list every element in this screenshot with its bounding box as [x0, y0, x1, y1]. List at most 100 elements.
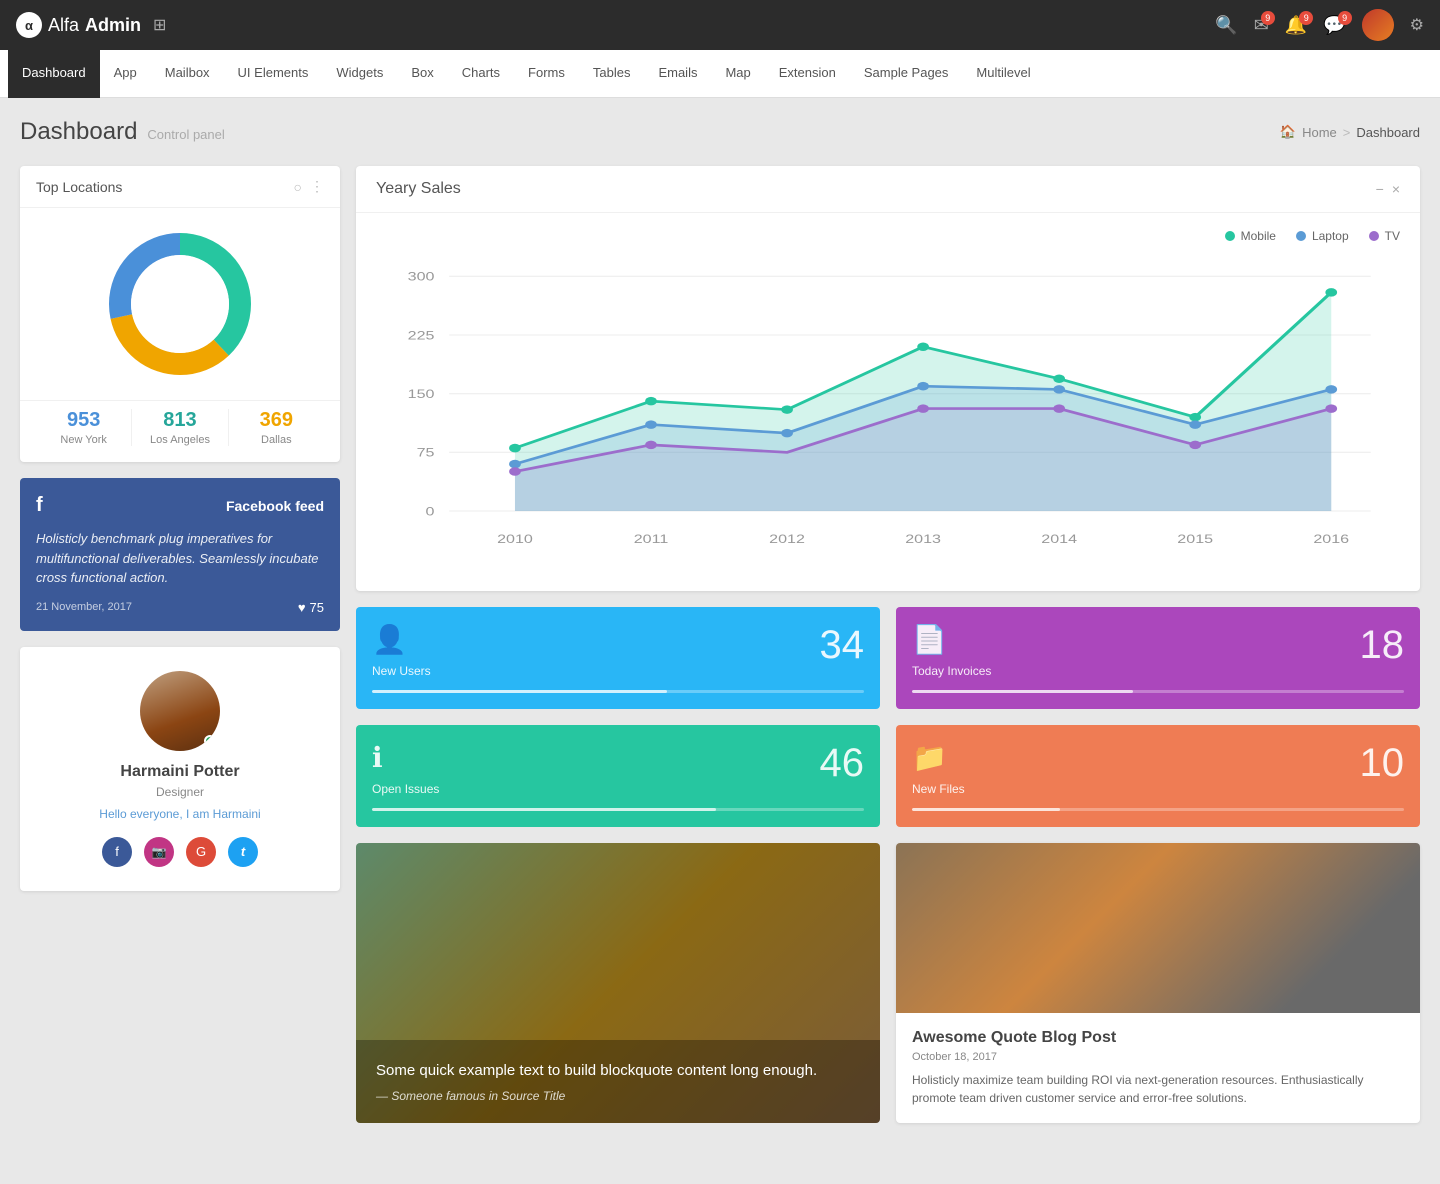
menu-item-widgets[interactable]: Widgets: [322, 50, 397, 98]
refresh-icon[interactable]: ○: [294, 179, 302, 195]
laptop-dot-4: [917, 382, 929, 391]
avatar-image: [1362, 9, 1394, 41]
main-layout: Top Locations ○ ⋮: [20, 166, 1420, 1123]
instagram-social-btn[interactable]: 📷: [144, 837, 174, 867]
quote-overlay: Some quick example text to build blockqu…: [356, 1040, 880, 1123]
menu-item-mailbox[interactable]: Mailbox: [151, 50, 224, 98]
more-icon[interactable]: ⋮: [310, 178, 324, 195]
menu-item-tables[interactable]: Tables: [579, 50, 645, 98]
page-title: Dashboard: [20, 118, 137, 146]
fb-header: f Facebook feed: [36, 494, 324, 517]
menu-item-ui-elements[interactable]: UI Elements: [224, 50, 323, 98]
brand-alfa-text: Alfa: [48, 15, 79, 36]
menu-bar: Dashboard App Mailbox UI Elements Widget…: [0, 50, 1440, 98]
search-icon-btn[interactable]: 🔍: [1215, 15, 1237, 36]
menu-item-app[interactable]: App: [100, 50, 151, 98]
tv-dot-6: [1325, 404, 1337, 413]
svg-text:300: 300: [408, 270, 435, 283]
tv-dot-1: [509, 467, 521, 476]
menu-item-multilevel[interactable]: Multilevel: [962, 50, 1044, 98]
facebook-social-btn[interactable]: f: [102, 837, 132, 867]
legend-mobile: Mobile: [1225, 229, 1276, 243]
google-social-btn[interactable]: G: [186, 837, 216, 867]
laptop-dot-6: [1189, 420, 1201, 429]
minimize-chart-btn[interactable]: −: [1376, 181, 1384, 197]
menu-item-map[interactable]: Map: [711, 50, 764, 98]
quote-card: Some quick example text to build blockqu…: [356, 843, 880, 1123]
open-issues-progress-bar: [372, 808, 864, 811]
laptop-dot-1: [509, 460, 521, 469]
blog-image: [896, 843, 1420, 1013]
legend-mobile-dot: [1225, 231, 1235, 241]
tv-dot-5: [1189, 441, 1201, 450]
profile-card: Harmaini Potter Designer Hello everyone,…: [20, 647, 340, 891]
svg-text:75: 75: [417, 446, 435, 459]
laptop-dot-7: [1325, 385, 1337, 394]
menu-item-emails[interactable]: Emails: [644, 50, 711, 98]
page-subtitle: Control panel: [147, 127, 224, 142]
quote-author: — Someone famous in Source Title: [376, 1089, 860, 1103]
stat-card-new-files: 📁 New Files 10: [896, 725, 1420, 827]
user-avatar[interactable]: [1362, 9, 1394, 41]
chart-legend: Mobile Laptop TV: [376, 229, 1400, 243]
mail-badge: 9: [1261, 11, 1275, 25]
top-locations-header: Top Locations ○ ⋮: [20, 166, 340, 208]
invoices-label: Today Invoices: [912, 664, 1404, 678]
line-chart-container: 300 225 150 75 0 2010 2011 2012 2013 201…: [376, 255, 1400, 575]
legend-laptop-dot: [1296, 231, 1306, 241]
new-files-label: New Files: [912, 782, 1404, 796]
stat-number-la: 813: [132, 409, 227, 432]
svg-text:225: 225: [408, 328, 435, 341]
stat-label-la: Los Angeles: [132, 434, 227, 446]
svg-text:2016: 2016: [1313, 532, 1349, 545]
stat-number-ny: 953: [36, 409, 131, 432]
mail-icon-btn[interactable]: ✉ 9: [1254, 15, 1269, 36]
blog-card: Awesome Quote Blog Post October 18, 2017…: [896, 843, 1420, 1123]
invoices-number: 18: [1360, 623, 1405, 668]
new-users-progress-bar: [372, 690, 864, 693]
laptop-dot-5: [1053, 385, 1065, 394]
breadcrumb: 🏠 Home > Dashboard: [1280, 124, 1420, 140]
facebook-icon: f: [36, 494, 43, 517]
home-icon: 🏠: [1280, 124, 1296, 140]
yearly-sales-card: Yeary Sales − × Mobile Lapto: [356, 166, 1420, 591]
invoices-progress-bar: [912, 690, 1404, 693]
new-files-progress-bar: [912, 808, 1404, 811]
nav-right: 🔍 ✉ 9 🔔 9 💬 9 ⚙: [1215, 9, 1424, 41]
menu-item-forms[interactable]: Forms: [514, 50, 579, 98]
fb-footer: 21 November, 2017 ♥ 75: [36, 600, 324, 615]
mobile-dot-2: [645, 397, 657, 406]
mobile-dot-3: [781, 405, 793, 414]
grid-menu-icon[interactable]: ⊞: [153, 15, 166, 35]
left-column: Top Locations ○ ⋮: [20, 166, 340, 1123]
menu-item-charts[interactable]: Charts: [448, 50, 514, 98]
mobile-dot-4: [917, 342, 929, 351]
chat-icon-btn[interactable]: 💬 9: [1323, 15, 1345, 36]
breadcrumb-home[interactable]: Home: [1302, 125, 1337, 140]
nav-left: α AlfaAdmin ⊞: [16, 12, 166, 38]
menu-item-dashboard[interactable]: Dashboard: [8, 50, 100, 98]
menu-item-box[interactable]: Box: [397, 50, 447, 98]
legend-laptop-label: Laptop: [1312, 229, 1349, 243]
chart-controls: − ×: [1376, 181, 1400, 197]
page-title-area: Dashboard Control panel: [20, 118, 225, 146]
mobile-dot-6: [1189, 413, 1201, 422]
twitter-social-btn[interactable]: t: [228, 837, 258, 867]
menu-item-extension[interactable]: Extension: [765, 50, 850, 98]
breadcrumb-separator: >: [1343, 125, 1351, 140]
stat-cards-row: 👤 New Users 34 📄 Today Invoices 18: [356, 607, 1420, 709]
invoices-icon: 📄: [912, 623, 1404, 656]
open-issues-icon: ℹ: [372, 741, 864, 774]
tv-dot-2: [645, 441, 657, 450]
svg-text:2010: 2010: [497, 532, 533, 545]
tv-dot-3: [917, 404, 929, 413]
close-chart-btn[interactable]: ×: [1392, 181, 1400, 197]
mobile-dot-1: [509, 444, 521, 453]
new-files-progress-fill: [912, 808, 1060, 811]
blog-date: October 18, 2017: [912, 1051, 1404, 1063]
menu-item-sample-pages[interactable]: Sample Pages: [850, 50, 963, 98]
bell-icon-btn[interactable]: 🔔 9: [1285, 15, 1307, 36]
settings-gear-icon[interactable]: ⚙: [1410, 15, 1424, 35]
stat-los-angeles: 813 Los Angeles: [132, 409, 228, 446]
donut-chart: [100, 224, 260, 384]
